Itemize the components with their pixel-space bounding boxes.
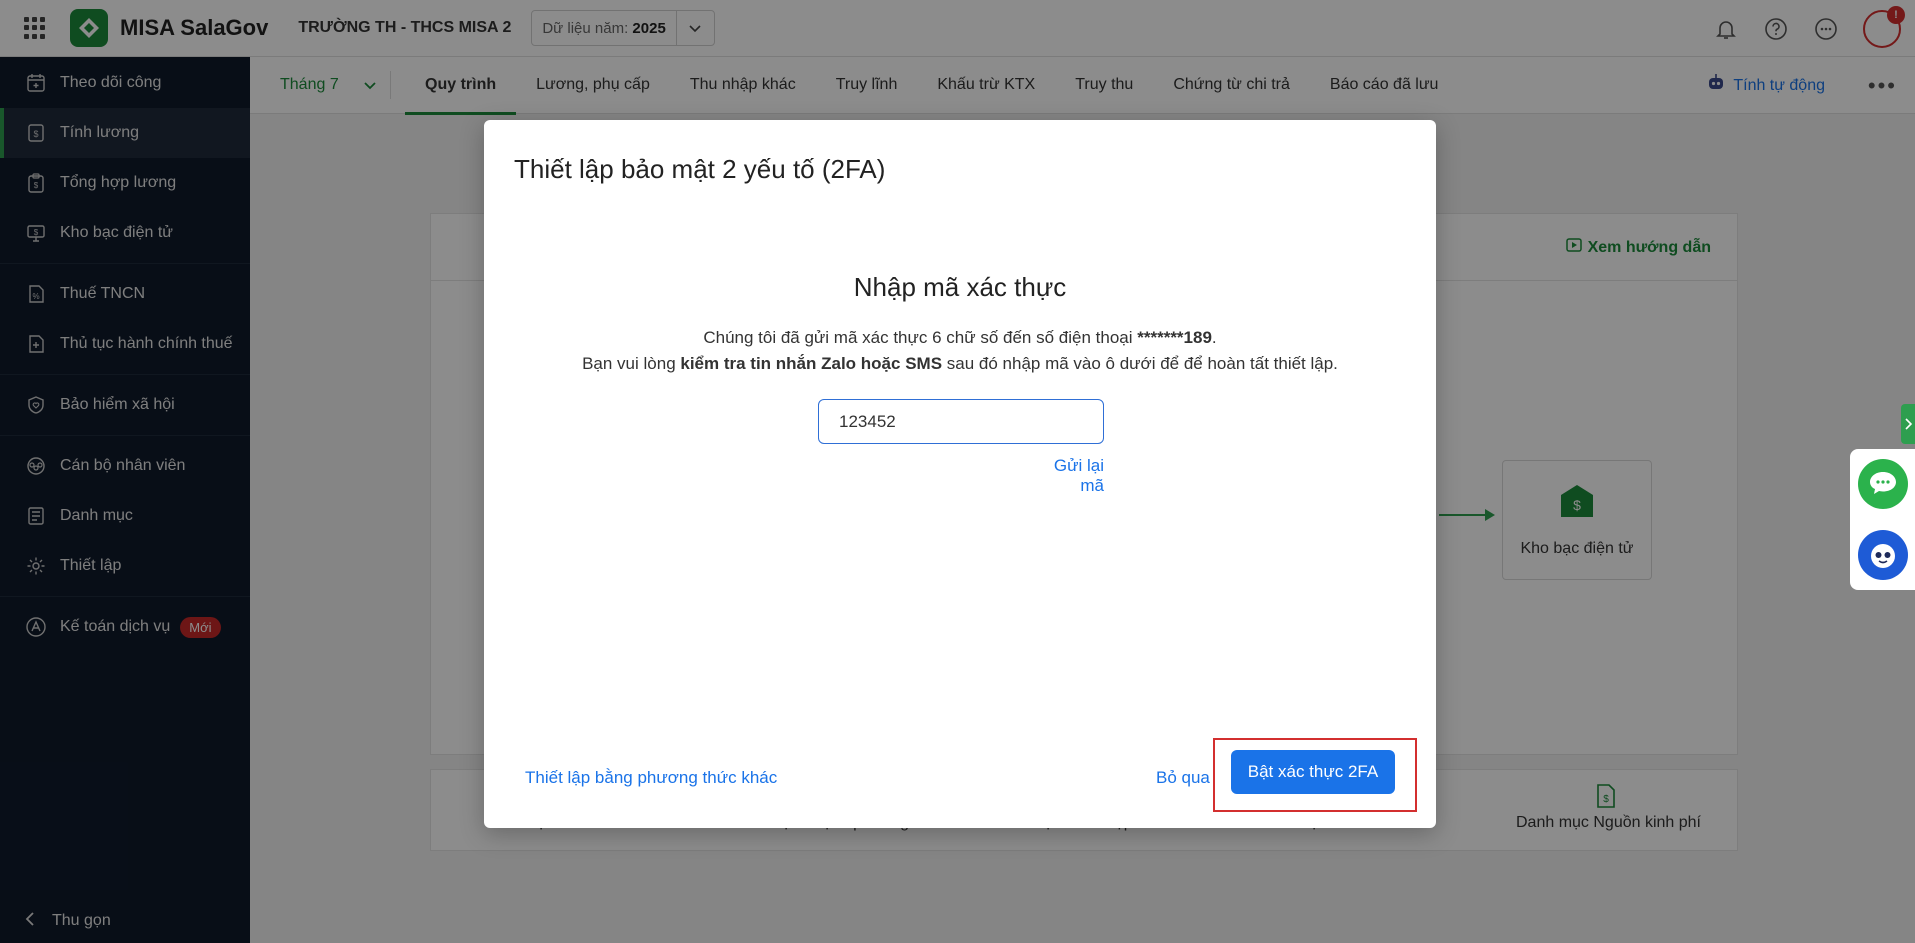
sent-code-message: Chúng tôi đã gửi mã xác thực 6 chữ số đế… <box>484 328 1436 348</box>
message-text: Bạn vui lòng <box>582 354 681 373</box>
message-bold: kiểm tra tin nhắn Zalo hoặc SMS <box>680 354 943 373</box>
other-method-link[interactable]: Thiết lập bằng phương thức khác <box>525 768 777 788</box>
message-text: Chúng tôi đã gửi mã xác thực 6 chữ số đế… <box>703 328 1138 347</box>
skip-button[interactable]: Bỏ qua <box>1156 768 1210 788</box>
chevron-right-icon <box>1905 418 1913 430</box>
instruction-message: Bạn vui lòng kiểm tra tin nhắn Zalo hoặc… <box>484 354 1436 374</box>
bot-assistant-icon[interactable] <box>1857 529 1908 580</box>
resend-code-link[interactable]: Gửi lại mã <box>1026 456 1104 496</box>
highlight-box <box>1213 738 1417 812</box>
chat-icon[interactable] <box>1857 459 1908 510</box>
masked-phone: *******189 <box>1137 328 1212 347</box>
expand-panel-tab[interactable] <box>1901 404 1915 444</box>
2fa-setup-dialog: Thiết lập bảo mật 2 yếu tố (2FA) Nhập mã… <box>484 120 1436 828</box>
verification-code-input[interactable] <box>818 399 1104 444</box>
floating-widgets <box>1850 449 1915 590</box>
message-text: sau đó nhập mã vào ô dưới để để hoàn tất… <box>942 354 1338 373</box>
message-text: . <box>1211 328 1217 347</box>
dialog-title: Thiết lập bảo mật 2 yếu tố (2FA) <box>514 154 886 184</box>
verify-code-heading: Nhập mã xác thực <box>853 272 1067 302</box>
